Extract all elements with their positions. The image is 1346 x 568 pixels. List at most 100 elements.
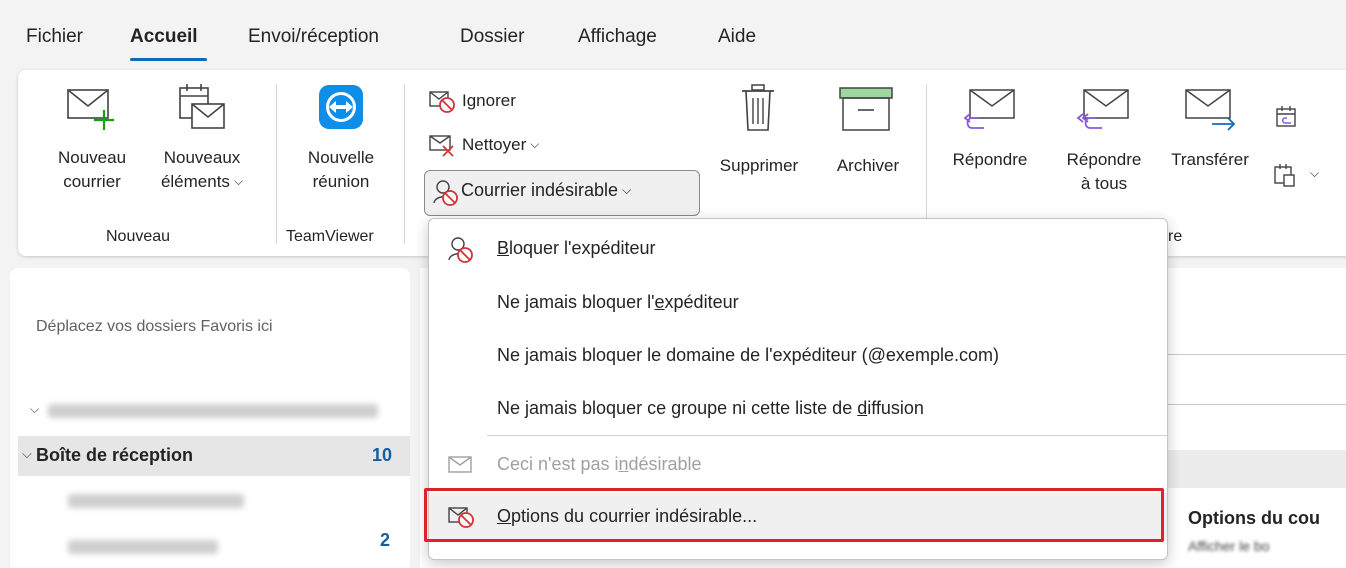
menu-item-never-block-group[interactable]: Ne jamais bloquer ce groupe ni cette lis… [429,385,1167,433]
cleanup-label: Nettoyer ⌵ [462,130,539,161]
new-meeting-label-2: réunion [312,172,370,191]
trash-icon [742,84,774,131]
junk-mail-label-text: Courrier indésirable [461,180,619,200]
favorites-hint: Déplacez vos dossiers Favoris ici [36,318,273,335]
im-icon [1274,164,1295,187]
chevron-down-icon: ⌵ [1310,166,1320,180]
forward-icon [1185,89,1236,131]
reply-icon [963,89,1015,129]
inbox-unread-count: 10 [372,445,393,465]
forward-button[interactable]: Transférer [1160,84,1260,172]
new-items-label-2-text: éléments [160,172,230,191]
meeting-reply-icon[interactable] [1274,104,1300,130]
forward-label: Transférer [1171,150,1249,169]
folder-pane: Déplacez vos dossiers Favoris ici ⌵ ⌵ Bo… [10,268,410,568]
reply-all-icon [1076,89,1129,129]
new-meeting-button[interactable]: Nouvelle réunion [292,84,390,194]
menu-item-label: Ceci n'est pas indésirable [497,454,702,475]
ignore-label: Ignorer [462,91,516,110]
menu-item-label: Bloquer l'expéditeur [497,238,656,259]
reply-all-button[interactable]: Répondre à tous [1052,84,1156,196]
menu-item-never-block-sender[interactable]: Ne jamais bloquer l'expéditeur [429,279,1167,327]
new-items-button[interactable]: Nouveaux éléments ⌵ [146,84,258,195]
label-part: xpéditeur [664,292,739,312]
block-sender-icon [448,237,473,263]
chevron-down-icon: ⌵ [22,446,32,461]
label-part: Ne jamais bloquer l' [497,292,655,312]
inbox-label: Boîte de réception [36,445,194,465]
tab-accueil[interactable]: Accueil [130,26,198,48]
junk-mail-button[interactable]: Courrier indésirable ⌵ [424,170,700,216]
chevron-down-icon[interactable]: ⌵ [30,402,39,417]
chevron-down-icon: ⌵ [233,174,244,188]
chevron-down-icon: ⌵ [530,137,540,151]
archive-label: Archiver [836,156,900,175]
tooltip-title: Options du cou [1188,508,1320,528]
annotation-highlight-box [424,488,1164,542]
new-items-label-1: Nouveaux [163,148,241,167]
tab-envoi-reception[interactable]: Envoi/réception [248,26,379,48]
access-key: e [654,292,665,312]
new-mail-icon [67,89,114,130]
sidebar-item-inbox[interactable]: ⌵ Boîte de réception 10 [18,436,410,476]
new-mail-button[interactable]: Nouveau courrier [42,84,142,194]
reply-all-label-1: Répondre [1066,150,1142,169]
menu-item-label: Ne jamais bloquer l'expéditeur [497,292,739,313]
menu-item-label: Ne jamais bloquer ce groupe ni cette lis… [497,398,924,419]
reply-all-label-2: à tous [1080,174,1128,193]
access-key: d [857,398,868,418]
subfolder-unread-count: 2 [380,530,391,550]
label-part: iffusion [867,398,924,418]
reply-label: Répondre [952,150,1028,169]
menu-separator [487,435,1167,436]
tab-fichier[interactable]: Fichier [26,26,83,48]
menu-item-never-block-domain[interactable]: Ne jamais bloquer le domaine de l'expédi… [429,332,1167,380]
menu-item-label: Ne jamais bloquer le domaine de l'expédi… [497,345,999,366]
label-part: amais bloquer le domaine de l'expéditeur… [529,345,999,365]
subfolder-blurred[interactable] [68,494,244,508]
chevron-down-icon: ⌵ [622,183,632,197]
subfolder-blurred[interactable] [68,540,218,554]
tooltip-description: Afficher le bo [1188,538,1270,554]
label-part: Ceci n'est pas i [497,454,619,474]
label-part: loquer l'expéditeur [509,238,656,258]
menu-item-not-junk: Ceci n'est pas indésirable [429,441,1167,489]
ignore-button[interactable]: Ignorer [428,86,568,116]
tab-aide[interactable]: Aide [718,26,756,48]
label-part: Ne [497,345,526,365]
archive-button[interactable]: Archiver [820,84,916,178]
access-key: n [618,454,629,474]
divider [1160,354,1346,355]
group-label-respond: re [1168,228,1183,245]
cleanup-button[interactable]: Nettoyer ⌵ [428,130,578,160]
menu-bar: Fichier Accueil Envoi/réception Dossier … [0,0,1346,66]
cleanup-icon [429,135,454,157]
group-label-teamviewer: TeamViewer [286,228,374,245]
access-key: B [497,238,510,258]
new-mail-label-1: Nouveau [57,148,127,167]
mail-icon [448,456,472,473]
ignore-icon [429,91,455,113]
active-tab-indicator [130,58,207,61]
menu-item-block-sender[interactable]: Bloquer l'expéditeur [429,225,1167,273]
delete-label: Supprimer [719,156,799,175]
new-meeting-label-1: Nouvelle [307,148,375,167]
junk-mail-label: Courrier indésirable ⌵ [461,180,631,201]
archive-icon [839,87,893,131]
reply-button[interactable]: Répondre [940,84,1040,172]
more-respond-button[interactable]: ⌵ [1272,160,1332,190]
group-label-nouveau: Nouveau [106,228,171,245]
junk-mail-icon [433,180,458,206]
account-name-blurred[interactable] [48,404,378,418]
delete-button[interactable]: Supprimer [704,84,814,178]
new-items-icon [179,84,225,129]
new-items-label-2: éléments ⌵ [146,170,258,195]
label-part: Ne jamais bloquer ce groupe ni cette lis… [497,398,858,418]
cleanup-label-text: Nettoyer [462,135,527,154]
new-mail-label-2: courrier [63,172,121,191]
ribbon-divider [276,84,277,244]
label-part: désirable [628,454,702,474]
tab-affichage[interactable]: Affichage [578,26,657,48]
ribbon-divider [404,84,405,244]
tab-dossier[interactable]: Dossier [460,26,524,48]
